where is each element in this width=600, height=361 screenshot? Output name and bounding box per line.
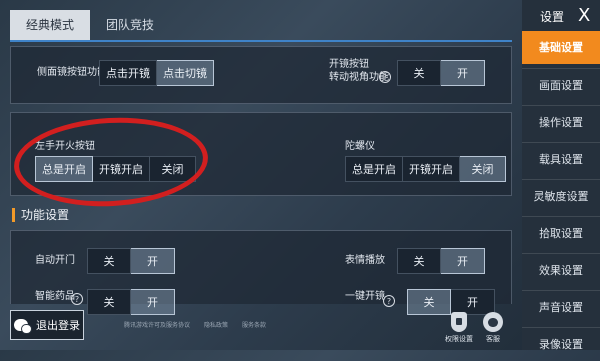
- scope-button-toggle: 关 开: [397, 60, 485, 86]
- tab-classic[interactable]: 经典模式: [10, 10, 90, 40]
- logout-button[interactable]: 退出登录: [10, 310, 84, 340]
- scope-button-label-1: 开镜按钮: [329, 59, 369, 70]
- option-off[interactable]: 关: [397, 248, 441, 274]
- option-click-switch-scope[interactable]: 点击切镜: [157, 60, 214, 86]
- sidebar-item-basic[interactable]: 基础设置: [522, 31, 600, 64]
- emote-toggle: 关 开: [397, 248, 485, 274]
- smart-meds-label: 智能药品: [35, 291, 75, 302]
- option-on[interactable]: 开: [441, 60, 485, 86]
- one-key-scope-label: 一键开镜: [345, 291, 385, 302]
- sidebar-item-effects[interactable]: 效果设置: [522, 253, 600, 286]
- option-off[interactable]: 关: [397, 60, 441, 86]
- help-icon[interactable]: ?: [379, 71, 391, 83]
- side-scope-label: 侧面镜按钮功能: [37, 67, 107, 78]
- smart-meds-toggle: 关 开: [87, 289, 175, 315]
- option-click-open-scope[interactable]: 点击开镜: [99, 60, 157, 86]
- option-always-on[interactable]: 总是开启: [345, 156, 403, 182]
- emote-label: 表情播放: [345, 255, 385, 266]
- tab-underline: [10, 40, 512, 42]
- sidebar-item-graphics[interactable]: 画面设置: [522, 68, 600, 101]
- gyroscope-label: 陀螺仪: [345, 141, 375, 152]
- wechat-icon: [14, 319, 32, 334]
- tab-team-deathmatch[interactable]: 团队竞技: [90, 10, 170, 40]
- option-off[interactable]: 关: [87, 289, 131, 315]
- help-icon[interactable]: ?: [383, 295, 395, 307]
- option-on[interactable]: 开: [131, 289, 175, 315]
- option-off[interactable]: 关: [87, 248, 131, 274]
- footer-links: 腾讯游戏许可及服务协议 隐私政策 服务条款: [124, 320, 266, 329]
- section-header: 功能设置: [12, 206, 69, 223]
- gyroscope-selector: 总是开启 开镜开启 关闭: [345, 156, 506, 182]
- side-scope-selector: 点击开镜 点击切镜: [99, 60, 214, 86]
- permission-settings-button[interactable]: 权限设置: [444, 312, 474, 344]
- auto-door-label: 自动开门: [35, 255, 75, 266]
- sidebar-item-replay[interactable]: 录像设置: [522, 327, 600, 360]
- mode-tabs: 经典模式 团队竞技: [10, 10, 170, 40]
- sidebar-item-controls[interactable]: 操作设置: [522, 105, 600, 138]
- sidebar-title: 设置: [540, 10, 565, 24]
- function-settings-panel: 自动开门 关 开 表情播放 关 开 智能药品 ? 关 开 一键开镜 ? 关 开: [10, 230, 512, 315]
- headset-icon: [483, 312, 503, 332]
- shield-icon: [451, 312, 467, 332]
- section-accent-bar: [12, 207, 15, 222]
- option-off[interactable]: 关闭: [460, 156, 506, 182]
- sidebar-item-vehicle[interactable]: 载具设置: [522, 142, 600, 175]
- privacy-link[interactable]: 隐私政策: [204, 320, 228, 329]
- sidebar-item-sound[interactable]: 声音设置: [522, 290, 600, 323]
- section-title: 功能设置: [21, 208, 70, 222]
- option-on[interactable]: 开: [441, 248, 485, 274]
- close-icon[interactable]: X: [578, 6, 590, 26]
- logout-label: 退出登录: [36, 319, 80, 332]
- option-scope-on[interactable]: 开镜开启: [403, 156, 460, 182]
- license-link[interactable]: 腾讯游戏许可及服务协议: [124, 320, 190, 329]
- settings-sidebar: 设置 X 基础设置 画面设置 操作设置 载具设置 灵敏度设置 拾取设置 效果设置…: [522, 0, 600, 351]
- customer-service-label: 客服: [486, 335, 500, 343]
- scope-settings-panel: 侧面镜按钮功能 点击开镜 点击切镜 开镜按钮 转动视角功能 ? 关 开: [10, 46, 512, 104]
- sidebar-item-sensitivity[interactable]: 灵敏度设置: [522, 179, 600, 212]
- customer-service-button[interactable]: 客服: [478, 312, 508, 344]
- terms-link[interactable]: 服务条款: [242, 320, 266, 329]
- permission-settings-label: 权限设置: [445, 335, 473, 343]
- sidebar-header: 设置 X: [522, 6, 600, 26]
- help-icon[interactable]: ?: [71, 293, 83, 305]
- auto-door-toggle: 关 开: [87, 248, 175, 274]
- sidebar-item-pickup[interactable]: 拾取设置: [522, 216, 600, 249]
- option-on[interactable]: 开: [131, 248, 175, 274]
